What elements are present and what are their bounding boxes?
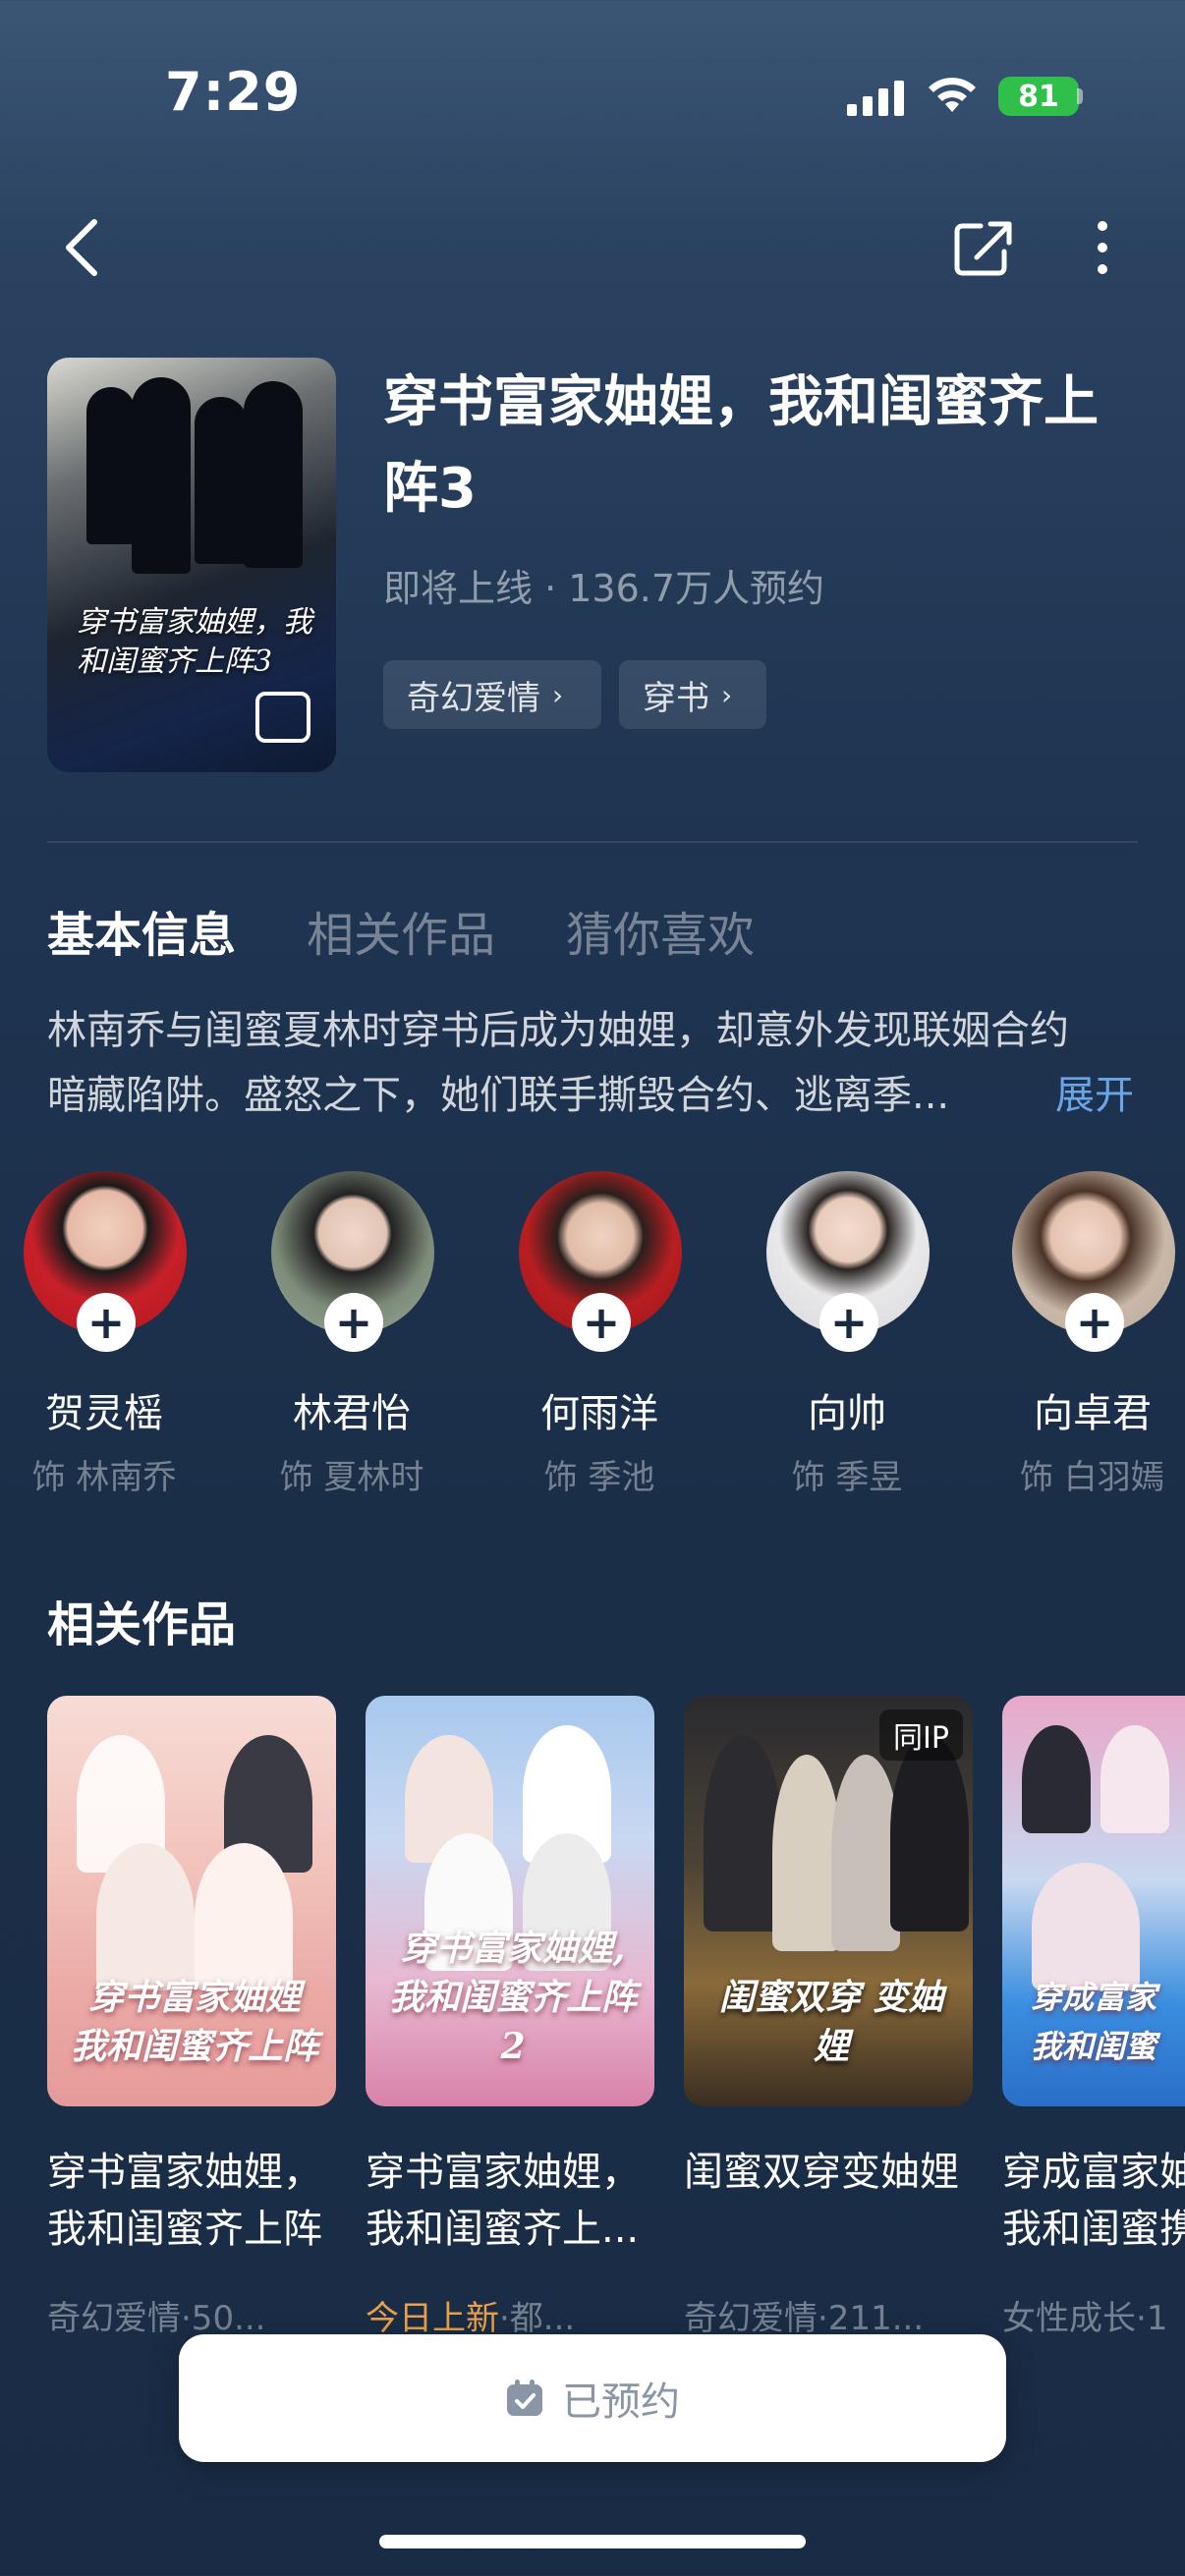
related-name-line-1: 穿书富家妯娌， xyxy=(366,2150,641,2195)
poster-figure xyxy=(1022,1725,1091,1833)
meta-highlight: 今日上新 xyxy=(366,2299,499,2338)
synopsis-line-1: 林南乔与闺蜜夏林时穿书后成为妯娌，却意外发现联姻合约 xyxy=(47,1008,1069,1053)
cast-member[interactable]: + 向卓君 饰 白羽嫣 xyxy=(994,1171,1185,1505)
related-name-line-2: 我和闺蜜齐上... xyxy=(366,2207,640,2252)
share-icon[interactable] xyxy=(953,218,1014,277)
cast-name: 贺灵榣 xyxy=(45,1391,163,1436)
follow-plus-icon[interactable]: + xyxy=(77,1293,136,1352)
related-poster: 同IP 闺蜜双穿 变妯娌 xyxy=(684,1696,973,2106)
reserved-button[interactable]: 已预约 xyxy=(179,2334,1006,2462)
cast-role: 饰 夏林时 xyxy=(279,1458,424,1497)
battery-indicator: 81 xyxy=(998,77,1079,116)
drama-poster[interactable]: 穿书富家妯娌，我和闺蜜齐上阵3 xyxy=(47,358,336,772)
poster-figure xyxy=(86,387,136,544)
related-meta: 奇幻爱情·211... xyxy=(684,2291,979,2339)
meta-text: 奇幻爱情·211... xyxy=(684,2299,925,2338)
poster-figure xyxy=(195,1843,293,1990)
cast-member[interactable]: + 林君怡 饰 夏林时 xyxy=(254,1171,450,1505)
related-meta: 奇幻爱情·50... xyxy=(47,2291,342,2339)
meta-text: ·都... xyxy=(499,2299,576,2338)
poster-figure xyxy=(1032,1863,1140,1990)
tab-basic-info[interactable]: 基本信息 xyxy=(47,896,236,965)
wifi-icon xyxy=(929,78,976,112)
divider xyxy=(47,841,1138,843)
related-poster: 穿成富家 我和闺蜜 xyxy=(1002,1696,1185,2106)
related-section-title: 相关作品 xyxy=(47,1597,237,1652)
calendar-check-icon xyxy=(507,2380,542,2416)
poster-figure xyxy=(704,1735,782,1932)
related-name-line-2: 我和闺蜜携 xyxy=(1002,2207,1185,2252)
cast-name: 林君怡 xyxy=(293,1391,411,1436)
related-meta: 女性成长·1 xyxy=(1002,2291,1185,2339)
poster-figure xyxy=(244,381,303,568)
back-arrow-icon[interactable] xyxy=(55,214,110,281)
synopsis-line-2: 暗藏陷阱。盛怒之下，她们联手撕毁合约、逃离季... xyxy=(47,1073,950,1118)
chevron-right-icon: › xyxy=(552,678,564,711)
cast-name: 何雨洋 xyxy=(540,1391,658,1436)
poster-figure xyxy=(890,1735,969,1932)
status-time: 7:29 xyxy=(165,61,302,123)
tag-genre[interactable]: 奇幻爱情 › xyxy=(383,660,601,729)
poster-figure xyxy=(1100,1725,1169,1833)
poster-title: 穿书富家妯娌，我和闺蜜齐上阵3 xyxy=(77,605,312,679)
related-poster: 穿书富家妯娌 我和闺蜜齐上阵 xyxy=(47,1696,336,2106)
tag-label: 奇幻爱情 xyxy=(407,678,540,718)
cast-name: 向卓君 xyxy=(1034,1391,1152,1436)
tag-theme[interactable]: 穿书 › xyxy=(619,660,766,729)
tab-recommendations[interactable]: 猜你喜欢 xyxy=(566,896,755,965)
home-indicator xyxy=(379,2535,806,2548)
related-poster-title: 闺蜜双穿 变妯娌 xyxy=(718,1977,944,2067)
related-poster-title: 穿成富家 我和闺蜜 xyxy=(1030,1979,1157,2065)
related-poster-title: 穿书富家妯娌 我和闺蜜齐上阵 xyxy=(70,1977,318,2067)
follow-plus-icon[interactable]: + xyxy=(1065,1293,1124,1352)
poster-figure xyxy=(96,1843,195,1990)
cast-role: 饰 季池 xyxy=(543,1458,655,1497)
same-ip-badge: 同IP xyxy=(879,1709,963,1761)
cellular-signal-icon xyxy=(847,81,904,116)
poster-figure xyxy=(132,377,191,574)
cast-role: 饰 白羽嫣 xyxy=(1020,1458,1164,1497)
meta-text: 奇幻爱情·50... xyxy=(47,2299,266,2338)
related-name-line-2: 我和闺蜜齐上阵 xyxy=(47,2207,322,2252)
follow-plus-icon[interactable]: + xyxy=(819,1293,878,1352)
tag-label: 穿书 xyxy=(643,678,709,718)
follow-plus-icon[interactable]: + xyxy=(572,1293,631,1352)
cast-role: 饰 林南乔 xyxy=(31,1458,177,1497)
drama-title: 穿书富家妯娌，我和闺蜜齐上阵3 xyxy=(383,370,1099,521)
related-poster: 穿书富家妯娌, 我和闺蜜齐上阵2 xyxy=(366,1696,654,2106)
status-bar: 7:29 81 xyxy=(0,0,1185,187)
related-poster-title: 穿书富家妯娌, 我和闺蜜齐上阵2 xyxy=(388,1928,637,2067)
battery-level: 81 xyxy=(1018,79,1059,114)
cast-member[interactable]: + 何雨洋 饰 季池 xyxy=(501,1171,698,1505)
cast-member[interactable]: + 贺灵榣 饰 林南乔 xyxy=(6,1171,202,1505)
follow-plus-icon[interactable]: + xyxy=(324,1293,383,1352)
related-name-line-1: 穿书富家妯娌， xyxy=(47,2150,322,2195)
chevron-right-icon: › xyxy=(721,678,733,711)
reserved-label: 已预约 xyxy=(562,2380,680,2425)
related-name-line-1: 穿成富家妯 xyxy=(1002,2150,1185,2195)
expand-link[interactable]: 展开 xyxy=(1055,1063,1134,1120)
battery-tip xyxy=(1077,88,1083,104)
tab-related-works[interactable]: 相关作品 xyxy=(307,896,495,965)
cast-name: 向帅 xyxy=(808,1391,886,1436)
related-meta: 今日上新·都... xyxy=(366,2291,660,2339)
meta-text: 女性成长·1 xyxy=(1002,2299,1168,2338)
cast-role: 饰 季昱 xyxy=(791,1458,903,1497)
related-name-line-1: 闺蜜双穿变妯娌 xyxy=(684,2150,959,2195)
more-options-icon[interactable] xyxy=(1079,218,1126,277)
drama-subtitle: 即将上线 · 136.7万人预约 xyxy=(383,567,825,610)
cast-member[interactable]: + 向帅 饰 季昱 xyxy=(749,1171,945,1505)
play-badge-icon xyxy=(255,692,310,743)
poster-figure xyxy=(195,397,248,564)
